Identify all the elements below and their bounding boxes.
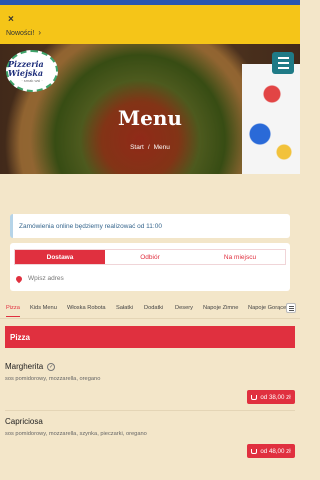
breadcrumb: Start / Menu (0, 144, 300, 151)
more-categories-icon[interactable] (286, 303, 296, 313)
address-input[interactable]: Wpisz adres (14, 274, 64, 283)
price-label: od 48,00 zł (260, 447, 291, 455)
hero-banner: Pizzeria Wiejska · smak wsi · Menu Start… (0, 44, 300, 174)
product-name: Margherita (5, 362, 44, 371)
category-dodatki[interactable]: Dodatki (144, 305, 163, 311)
category-desery[interactable]: Desery (175, 305, 193, 311)
vegetarian-badge-icon: ✓ (47, 362, 56, 371)
news-label: Nowości! (6, 30, 35, 37)
delivery-card: Dostawa Odbiór Na miejscu Wpisz adres (10, 243, 290, 291)
cart-icon (251, 448, 258, 454)
add-to-cart-button[interactable]: od 38,00 zł (247, 390, 295, 404)
news-link[interactable]: Nowości! › (6, 28, 41, 37)
section-title: Pizza (5, 326, 295, 348)
category-napoje-zimne[interactable]: Napoje Zimne (203, 305, 238, 311)
product-item[interactable]: Capriciosa sos pomidorowy, mozzarella, s… (5, 417, 295, 458)
notice-bar: × Nowości! › (0, 0, 300, 44)
category-salatki[interactable]: Sałatki (116, 305, 133, 311)
breadcrumb-start[interactable]: Start (130, 144, 144, 151)
product-description: sos pomidorowy, mozzarella, szynka, piec… (5, 431, 147, 437)
online-order-notice: Zamówienia online będziemy realizować od… (10, 214, 290, 238)
delivery-tabs: Dostawa Odbiór Na miejscu (14, 249, 286, 265)
product-name: Capriciosa (5, 417, 43, 426)
tab-delivery[interactable]: Dostawa (15, 250, 105, 264)
tab-dine-in[interactable]: Na miejscu (195, 250, 285, 264)
category-wloska-robota[interactable]: Włoska Robota (67, 305, 106, 311)
notice-strip (0, 0, 300, 5)
product-description: sos pomidorowy, mozzarella, oregano (5, 376, 101, 382)
logo[interactable]: Pizzeria Wiejska · smak wsi · (6, 50, 58, 92)
location-pin-icon (14, 274, 24, 283)
breadcrumb-current: Menu (153, 144, 170, 151)
add-to-cart-button[interactable]: od 48,00 zł (247, 444, 295, 458)
page-title: Menu (118, 106, 182, 130)
category-napoje-gorace[interactable]: Napoje Gorące (248, 305, 286, 311)
logo-text: Pizzeria Wiejska (8, 58, 44, 78)
address-placeholder: Wpisz adres (28, 275, 64, 282)
category-kids-menu[interactable]: Kids Menu (30, 305, 57, 311)
category-nav: Pizza Kids Menu Włoska Robota Sałatki Do… (0, 297, 300, 319)
close-icon[interactable]: × (8, 14, 14, 25)
cart-icon (251, 394, 258, 400)
category-pizza[interactable]: Pizza (6, 305, 20, 317)
product-item[interactable]: Margherita ✓ sos pomidorowy, mozzarella,… (5, 362, 295, 404)
chevron-right-icon: › (38, 28, 42, 37)
breadcrumb-separator: / (147, 144, 150, 151)
hamburger-icon[interactable] (272, 52, 294, 74)
logo-subtext: · smak wsi · (21, 77, 43, 83)
divider (5, 410, 295, 411)
tab-pickup[interactable]: Odbiór (105, 250, 195, 264)
price-label: od 38,00 zł (260, 393, 291, 401)
